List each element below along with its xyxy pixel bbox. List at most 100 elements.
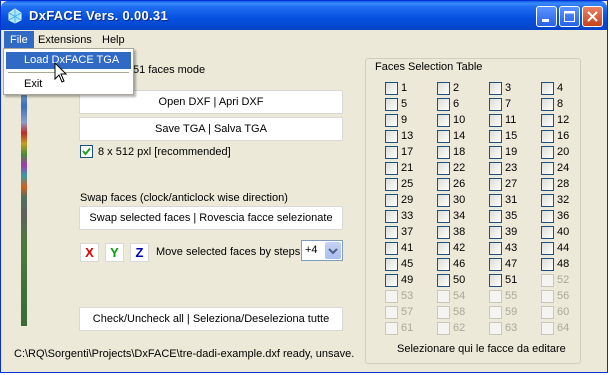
check-all-button[interactable]: Check/Uncheck all | Seleziona/Deselezion… (79, 307, 343, 331)
face-checkbox[interactable] (437, 226, 450, 239)
close-button[interactable] (582, 6, 603, 27)
face-checkbox[interactable] (437, 114, 450, 127)
swap-faces-button[interactable]: Swap selected faces | Rovescia facce sel… (79, 206, 343, 230)
minimize-icon (542, 19, 549, 22)
face-checkbox[interactable] (541, 194, 554, 207)
face-checkbox[interactable] (489, 242, 502, 255)
face-checkbox[interactable] (385, 274, 398, 287)
face-checkbox[interactable] (385, 194, 398, 207)
face-checkbox[interactable] (385, 258, 398, 271)
face-label: 47 (505, 258, 518, 270)
face-label: 40 (557, 226, 570, 238)
face-checkbox[interactable] (541, 226, 554, 239)
size-option-label: 8 x 512 pxl [recommended] (98, 146, 231, 158)
face-checkbox[interactable] (437, 210, 450, 223)
face-checkbox[interactable] (489, 130, 502, 143)
save-tga-button[interactable]: Save TGA | Salva TGA (79, 117, 343, 141)
face-label: 15 (505, 130, 518, 142)
face-checkbox[interactable] (437, 178, 450, 191)
face-label: 58 (453, 306, 466, 318)
face-checkbox[interactable] (385, 130, 398, 143)
menu-extensions[interactable]: Extensions (32, 31, 98, 49)
face-checkbox[interactable] (489, 98, 502, 111)
face-label: 54 (453, 290, 466, 302)
axis-x-button[interactable]: X (80, 243, 99, 262)
move-label: Move selected faces by steps (156, 246, 301, 258)
face-checkbox[interactable] (489, 258, 502, 271)
maximize-button[interactable] (559, 6, 580, 27)
face-label: 4 (557, 82, 564, 94)
face-checkbox (541, 306, 554, 319)
checkmark-icon (82, 147, 91, 156)
menu-file[interactable]: File (4, 31, 34, 49)
face-checkbox[interactable] (437, 82, 450, 95)
menu-load-tga[interactable]: Load DxFACE TGA (6, 52, 131, 69)
face-checkbox[interactable] (489, 82, 502, 95)
face-checkbox[interactable] (541, 242, 554, 255)
face-checkbox[interactable] (385, 162, 398, 175)
face-checkbox[interactable] (437, 194, 450, 207)
face-label: 7 (505, 98, 512, 110)
face-checkbox[interactable] (385, 226, 398, 239)
face-checkbox[interactable] (489, 178, 502, 191)
face-checkbox[interactable] (541, 210, 554, 223)
face-label: 59 (505, 306, 518, 318)
face-label: 43 (505, 242, 518, 254)
face-checkbox[interactable] (385, 146, 398, 159)
axis-y-button[interactable]: Y (105, 243, 124, 262)
face-checkbox[interactable] (437, 98, 450, 111)
face-label: 50 (453, 274, 466, 286)
minimize-button[interactable] (536, 6, 557, 27)
face-label: 41 (401, 242, 414, 254)
face-checkbox[interactable] (437, 146, 450, 159)
face-checkbox[interactable] (437, 242, 450, 255)
menu-exit[interactable]: Exit (6, 76, 131, 93)
face-checkbox[interactable] (437, 274, 450, 287)
face-checkbox[interactable] (385, 82, 398, 95)
face-checkbox (437, 322, 450, 335)
title-bar[interactable]: DxFACE Vers. 0.00.31 (1, 1, 607, 30)
face-checkbox[interactable] (385, 98, 398, 111)
face-checkbox[interactable] (437, 258, 450, 271)
face-checkbox[interactable] (489, 114, 502, 127)
face-label: 36 (557, 210, 570, 222)
face-checkbox (385, 306, 398, 319)
face-label: 33 (401, 210, 414, 222)
face-label: 16 (557, 130, 570, 142)
size-checkbox[interactable] (80, 145, 93, 158)
face-label: 20 (557, 146, 570, 158)
face-label: 17 (401, 146, 414, 158)
close-icon (587, 11, 598, 22)
face-checkbox[interactable] (489, 194, 502, 207)
axis-z-button[interactable]: Z (130, 243, 149, 262)
face-checkbox[interactable] (541, 82, 554, 95)
face-label: 30 (453, 194, 466, 206)
face-checkbox[interactable] (489, 162, 502, 175)
face-checkbox[interactable] (541, 114, 554, 127)
face-checkbox[interactable] (489, 226, 502, 239)
face-label: 8 (557, 98, 564, 110)
face-checkbox[interactable] (385, 114, 398, 127)
face-checkbox[interactable] (437, 162, 450, 175)
face-checkbox[interactable] (541, 130, 554, 143)
face-label: 53 (401, 290, 414, 302)
steps-select[interactable]: +4 (301, 240, 343, 261)
face-label: 60 (557, 306, 570, 318)
face-checkbox[interactable] (489, 146, 502, 159)
menu-help[interactable]: Help (96, 31, 131, 49)
dropdown-arrow[interactable] (325, 242, 341, 259)
face-label: 29 (401, 194, 414, 206)
face-checkbox[interactable] (437, 130, 450, 143)
face-checkbox[interactable] (385, 242, 398, 255)
face-checkbox[interactable] (541, 146, 554, 159)
face-checkbox[interactable] (541, 178, 554, 191)
face-checkbox[interactable] (385, 210, 398, 223)
face-checkbox[interactable] (385, 178, 398, 191)
face-checkbox[interactable] (489, 274, 502, 287)
face-checkbox[interactable] (541, 162, 554, 175)
app-icon (8, 8, 22, 24)
face-checkbox[interactable] (489, 210, 502, 223)
face-checkbox[interactable] (541, 98, 554, 111)
face-label: 14 (453, 130, 466, 142)
face-checkbox[interactable] (541, 258, 554, 271)
